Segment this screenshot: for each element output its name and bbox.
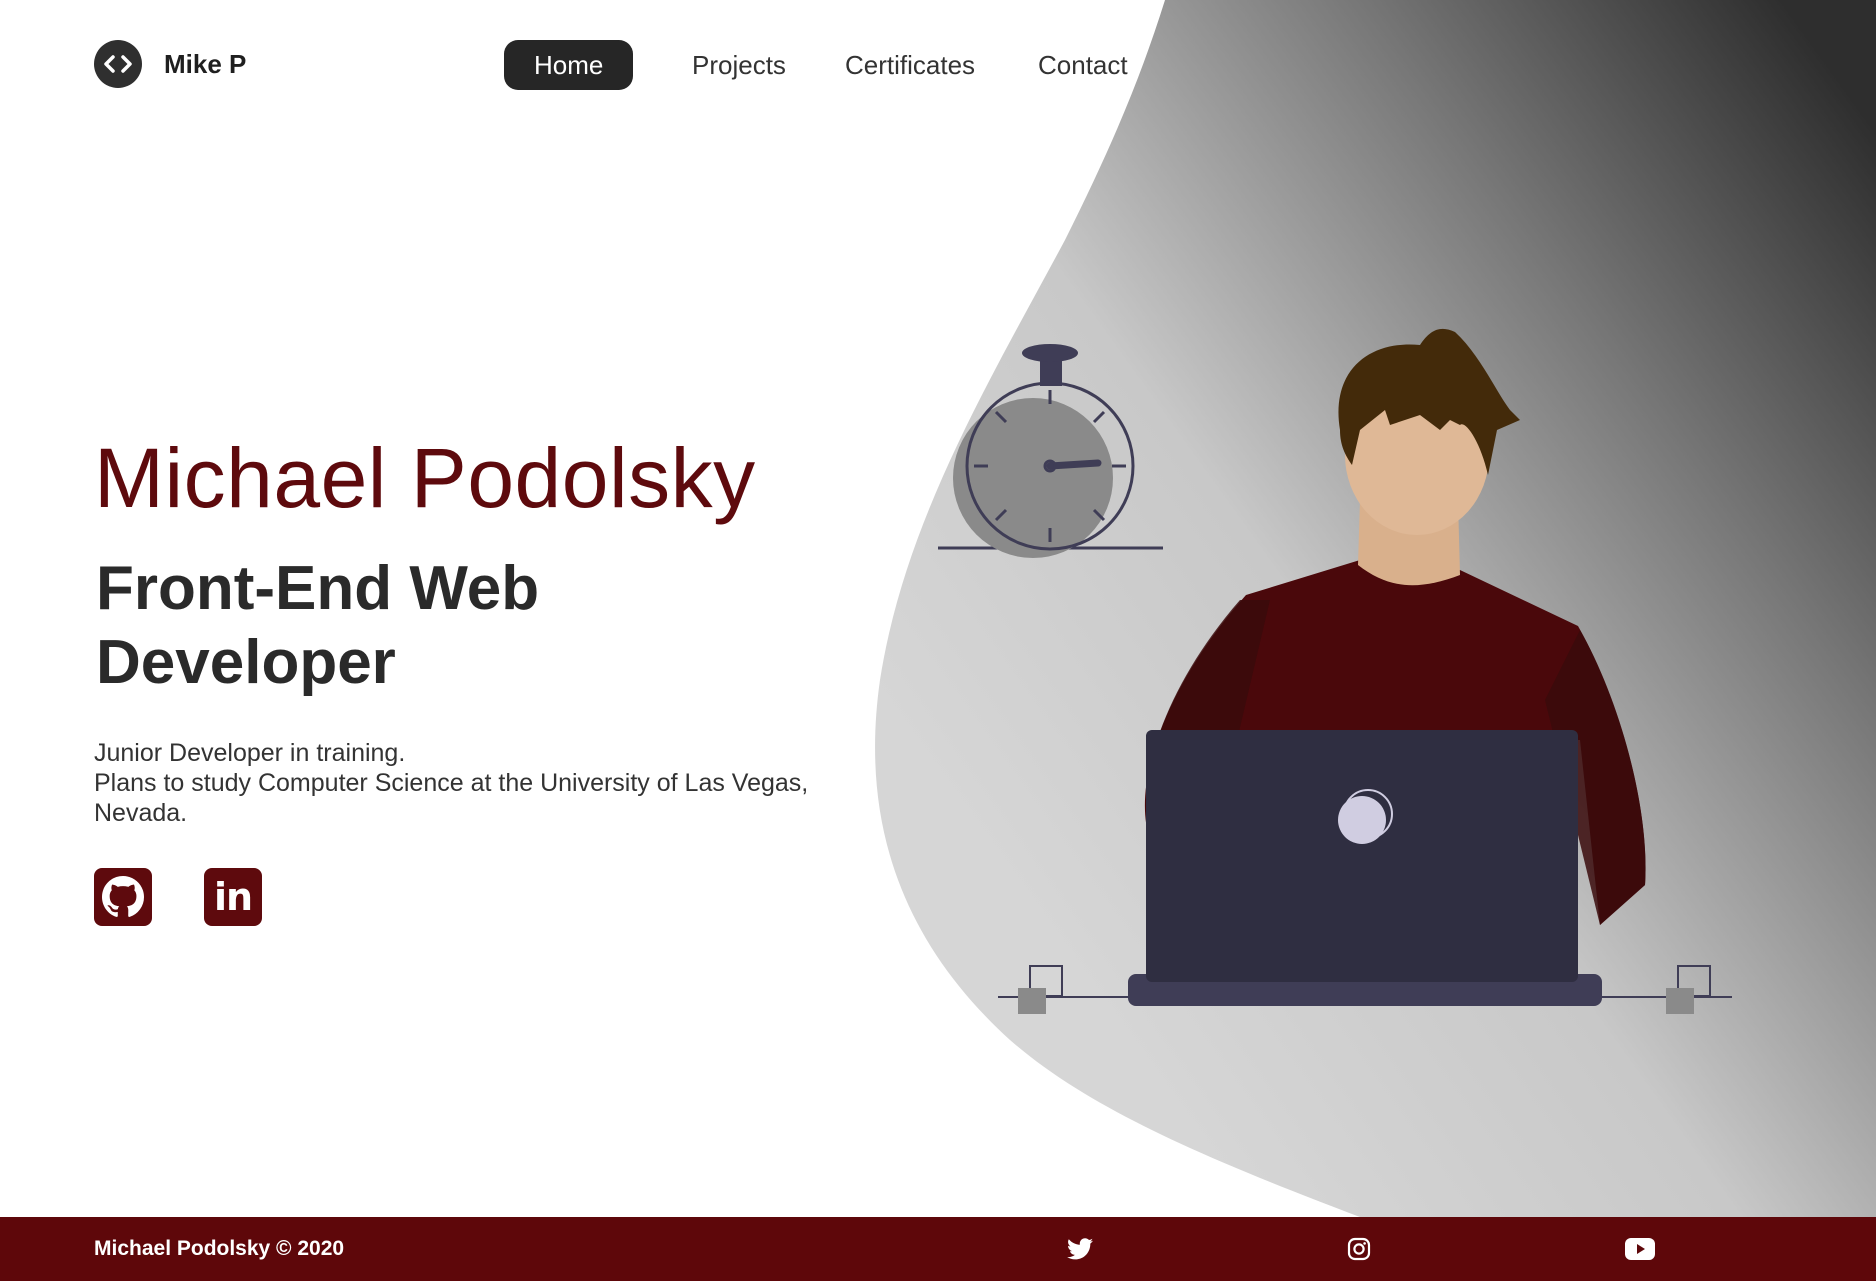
stopwatch-icon xyxy=(938,344,1163,558)
nav-home[interactable]: Home xyxy=(504,40,634,90)
nav-contact[interactable]: Contact xyxy=(1038,40,1128,90)
hero-desc-line: Nevada. xyxy=(94,799,188,827)
youtube-icon[interactable] xyxy=(1624,1233,1656,1265)
github-icon xyxy=(102,876,144,917)
linkedin-link[interactable]: in xyxy=(204,868,262,926)
hero-desc-line: Junior Developer in training. xyxy=(94,739,406,767)
brand-name: Mike P xyxy=(164,48,247,79)
brand[interactable]: Mike P xyxy=(94,40,246,88)
hero-desc-line: Plans to study Computer Science at the U… xyxy=(94,769,809,797)
github-link[interactable] xyxy=(94,868,152,926)
linkedin-icon: in xyxy=(213,875,253,919)
developer-figure xyxy=(1128,328,1646,1006)
footer-copyright: Michael Podolsky © 2020 xyxy=(94,1237,345,1260)
nav-certificates[interactable]: Certificates xyxy=(845,40,975,90)
twitter-icon[interactable] xyxy=(1064,1233,1096,1265)
nav-projects[interactable]: Projects xyxy=(692,40,786,90)
instagram-icon[interactable] xyxy=(1343,1233,1375,1265)
hero-role-line2: Developer xyxy=(96,628,396,697)
code-brackets-icon xyxy=(94,40,142,88)
hero-description: Junior Developer in training. Plans to s… xyxy=(94,738,914,828)
hero-role-line1: Front-End Web xyxy=(96,554,540,623)
hero-role: Front-End Web Developer xyxy=(96,552,656,700)
footer: Michael Podolsky © 2020 xyxy=(0,1217,1876,1281)
hero-name: Michael Podolsky xyxy=(94,431,756,525)
